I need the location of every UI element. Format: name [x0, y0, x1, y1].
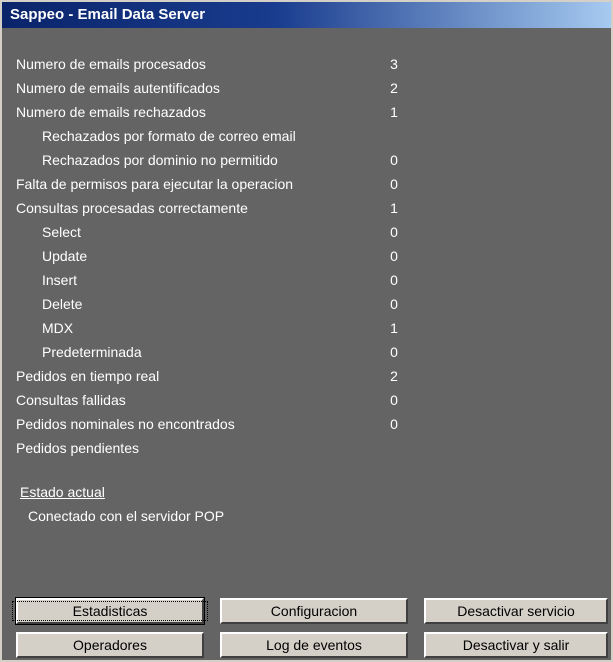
stat-row: Pedidos pendientes	[16, 436, 416, 460]
stat-label: Select	[42, 224, 81, 240]
window-title: Sappeo - Email Data Server	[10, 6, 206, 23]
statistics-button-label: Estadisticas	[11, 601, 209, 621]
stat-row: Rechazados por dominio no permitido 0	[16, 148, 416, 172]
stat-label: Rechazados por dominio no permitido	[42, 152, 278, 168]
stat-label: Consultas procesadas correctamente	[16, 200, 248, 216]
stat-row: Rechazados por formato de correo email	[16, 124, 416, 148]
stat-label: Consultas fallidas	[16, 392, 126, 408]
statistics-button[interactable]: Estadisticas	[11, 597, 209, 625]
stat-label: Update	[42, 248, 88, 264]
stat-row: Falta de permisos para ejecutar la opera…	[16, 172, 416, 196]
stat-label: Numero de emails procesados	[16, 56, 206, 72]
stat-row: Pedidos en tiempo real 2	[16, 364, 416, 388]
stat-label: Predeterminada	[42, 344, 142, 360]
stat-label: Numero de emails rechazados	[16, 104, 206, 120]
stat-value: 0	[390, 296, 398, 312]
stat-row: Numero de emails procesados 3	[16, 52, 416, 76]
stat-label: MDX	[42, 320, 74, 336]
statistics-list: Numero de emails procesados 3 Numero de em…	[16, 52, 416, 460]
stat-row: Numero de emails rechazados 1	[16, 100, 416, 124]
stat-row: Select 0	[16, 220, 416, 244]
deactivate-service-button[interactable]: Desactivar servicio	[424, 598, 608, 624]
deactivate-exit-button[interactable]: Desactivar y salir	[424, 632, 608, 658]
stat-label: Rechazados por formato de correo email	[42, 128, 296, 144]
stat-value: 3	[390, 56, 398, 72]
stat-row: Insert 0	[16, 268, 416, 292]
status-heading: Estado actual	[20, 484, 105, 500]
stat-row: MDX 1	[16, 316, 416, 340]
stat-row: Consultas procesadas correctamente 1	[16, 196, 416, 220]
client-area: Numero de emails procesados 3 Numero de em…	[2, 28, 611, 660]
stat-label: Falta de permisos para ejecutar la opera…	[16, 176, 294, 192]
stat-label: Insert	[42, 272, 78, 288]
title-bar[interactable]: Sappeo - Email Data Server	[2, 2, 611, 28]
stat-row: Pedidos nominales no encontrados 0	[16, 412, 416, 436]
stat-value: 1	[390, 320, 398, 336]
configuration-button[interactable]: Configuracion	[220, 598, 408, 624]
stat-value: 0	[390, 248, 398, 264]
stat-row: Predeterminada 0	[16, 340, 416, 364]
stat-row: Delete 0	[16, 292, 416, 316]
stat-value: 0	[390, 224, 398, 240]
stat-value: 2	[390, 368, 398, 384]
stat-label: Pedidos pendientes	[16, 440, 139, 456]
stat-label: Numero de emails autentificados	[16, 80, 220, 96]
stat-label: Delete	[42, 296, 83, 312]
stat-value: 0	[390, 392, 398, 408]
stat-label: Pedidos nominales no encontrados	[16, 416, 235, 432]
stat-row: Numero de emails autentificados 2	[16, 76, 416, 100]
status-text: Conectado con el servidor POP	[28, 508, 225, 524]
stat-value: 0	[390, 152, 398, 168]
stat-row: Consultas fallidas 0	[16, 388, 416, 412]
main-window: Sappeo - Email Data Server Numero de ema…	[0, 0, 613, 662]
event-log-button[interactable]: Log de eventos	[220, 632, 408, 658]
stat-row: Update 0	[16, 244, 416, 268]
stat-value: 0	[390, 176, 398, 192]
stat-value: 0	[390, 272, 398, 288]
stat-value: 1	[390, 200, 398, 216]
stat-value: 0	[390, 344, 398, 360]
stat-value: 1	[390, 104, 398, 120]
stat-value: 2	[390, 80, 398, 96]
stat-value: 0	[390, 416, 398, 432]
stat-label: Pedidos en tiempo real	[16, 368, 160, 384]
operators-button[interactable]: Operadores	[16, 632, 204, 658]
